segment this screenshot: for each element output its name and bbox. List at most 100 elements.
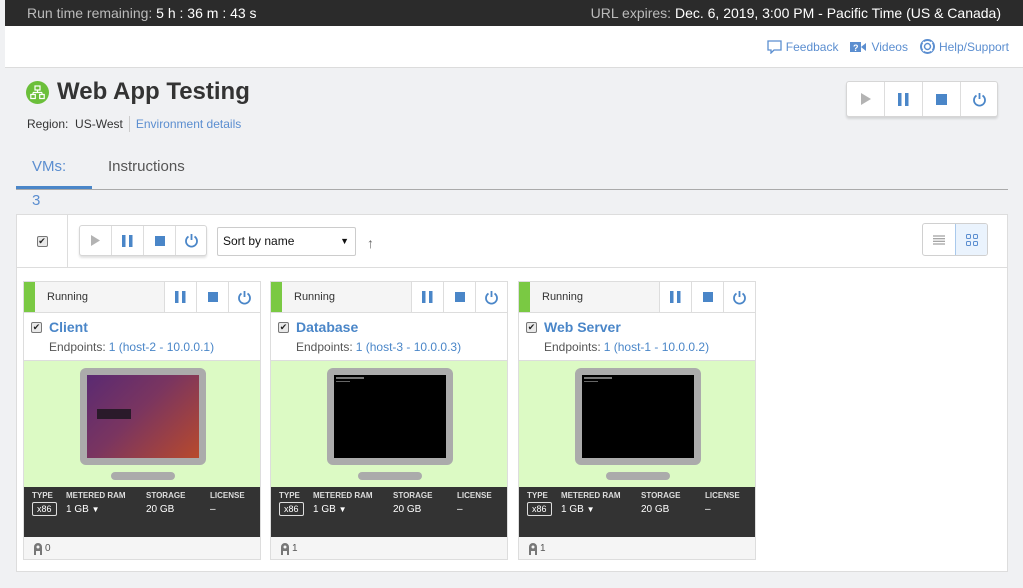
environment-details-link[interactable]: Environment details [136,117,241,132]
running-indicator [24,282,35,312]
env-stop-button[interactable] [923,82,961,116]
sort-direction-button[interactable]: ↑ [367,235,374,251]
bulk-stop-button[interactable] [144,226,176,255]
user-access-icon [281,542,289,555]
vm-screen [87,375,199,458]
tab-vms[interactable]: VMs: 3 [16,150,92,209]
stop-icon [702,292,713,302]
pause-icon [898,92,909,106]
sort-select[interactable]: Sort by name ▼ [217,227,356,256]
vm-type: x86 [279,502,304,516]
videos-link[interactable]: ? Videos [850,39,908,54]
vm-users: 0 [24,537,260,559]
vm-ram-dropdown[interactable]: 1 GB ▼ [561,504,641,515]
running-indicator [271,282,282,312]
vm-console-thumbnail[interactable] [24,361,260,487]
vm-status: Running [47,291,88,303]
feedback-icon [767,39,782,54]
stop-icon [207,292,218,302]
header-bar: Feedback ? Videos Help/Support [5,26,1023,68]
vm-screen [582,375,694,458]
power-icon [184,234,198,248]
vm-power-off-button[interactable] [723,282,755,312]
user-access-icon [34,542,42,555]
grid-view-button[interactable] [955,224,987,255]
vm-ram-dropdown[interactable]: 1 GB ▼ [313,504,393,515]
vm-select-checkbox[interactable]: ✔ [526,321,537,333]
vm-storage: 20 GB [146,504,175,515]
svg-text:?: ? [853,43,859,53]
vm-specs: TYPE METERED RAM STORAGE LICENSE x86 1 GB ▼ 2… [24,487,260,537]
vm-bulk-power-controls [79,225,207,256]
vm-stop-button[interactable] [443,282,475,312]
runtime-remaining: Run time remaining: 5 h : 36 m : 43 s [27,5,257,21]
vm-select-checkbox[interactable]: ✔ [31,321,42,333]
vm-info: ✔ Client Endpoints: 1 (host-2 - 10.0.0.1) [24,313,260,361]
page-title: Web App Testing [57,78,250,105]
monitor-stand [111,472,175,480]
vm-endpoints: Endpoints: 1 (host-3 - 10.0.0.3) [296,340,462,354]
bulk-pause-button[interactable] [112,226,144,255]
vm-endpoints-link[interactable]: 1 (host-1 - 10.0.0.2) [604,340,709,354]
vm-storage: 20 GB [393,504,422,515]
vm-status-bar: Running [24,282,260,313]
env-power-off-button[interactable] [961,82,997,116]
monitor-icon [327,368,453,465]
tab-instructions[interactable]: Instructions [92,150,201,189]
vm-specs: TYPE METERED RAM STORAGE LICENSE x86 1 GB ▼ 2… [519,487,755,537]
pause-icon [122,234,133,247]
vm-name-link[interactable]: Client [49,319,88,335]
vm-pause-button[interactable] [659,282,691,312]
select-all-checkbox[interactable]: ✔ [36,235,48,247]
vm-storage: 20 GB [641,504,670,515]
caret-down-icon: ▼ [91,505,100,514]
bulk-power-off-button[interactable] [176,226,206,255]
vm-pause-button[interactable] [164,282,196,312]
video-icon: ? [850,41,867,53]
vm-console-thumbnail[interactable] [271,361,507,487]
env-start-button[interactable] [847,82,885,116]
view-toggle [922,223,988,256]
caret-down-icon: ▼ [586,505,595,514]
stop-icon [154,235,165,246]
chevron-down-icon: ▼ [340,236,349,246]
vm-endpoints-link[interactable]: 1 (host-3 - 10.0.0.3) [356,340,461,354]
env-pause-button[interactable] [885,82,923,116]
lifebuoy-icon [919,39,935,54]
vm-stop-button[interactable] [691,282,723,312]
vm-power-off-button[interactable] [475,282,507,312]
bulk-start-button[interactable] [80,226,112,255]
grid-icon [965,233,978,246]
pause-icon [175,291,186,303]
power-icon [733,290,746,304]
monitor-icon [80,368,206,465]
vm-license: – [705,504,711,515]
vm-name-link[interactable]: Database [296,319,358,335]
list-view-button[interactable] [923,224,955,255]
vm-license: – [457,504,463,515]
power-icon [485,290,498,304]
feedback-link[interactable]: Feedback [767,39,838,54]
caret-down-icon: ▼ [338,505,347,514]
environment-power-controls [846,81,998,117]
url-expires: URL expires: Dec. 6, 2019, 3:00 PM - Pac… [590,5,1001,21]
region-value: US-West [75,117,123,131]
vm-power-off-button[interactable] [228,282,260,312]
vm-stop-button[interactable] [196,282,228,312]
tab-bar: VMs: 3 Instructions [16,150,1008,209]
vm-card: Running ✔ Database Endpoints: 1 (host-3 - … [270,281,508,560]
vm-type: x86 [32,502,57,516]
vm-console-thumbnail[interactable] [519,361,755,487]
vm-pause-button[interactable] [411,282,443,312]
running-indicator [519,282,530,312]
vm-name-link[interactable]: Web Server [544,319,621,335]
power-icon [238,290,251,304]
play-icon [91,235,100,246]
help-support-link[interactable]: Help/Support [919,39,1009,54]
monitor-stand [606,472,670,480]
vm-status-bar: Running [271,282,507,313]
vm-select-checkbox[interactable]: ✔ [278,321,289,333]
vm-users: 1 [519,537,755,559]
vm-ram-dropdown[interactable]: 1 GB ▼ [66,504,146,515]
vm-endpoints-link[interactable]: 1 (host-2 - 10.0.0.1) [109,340,214,354]
